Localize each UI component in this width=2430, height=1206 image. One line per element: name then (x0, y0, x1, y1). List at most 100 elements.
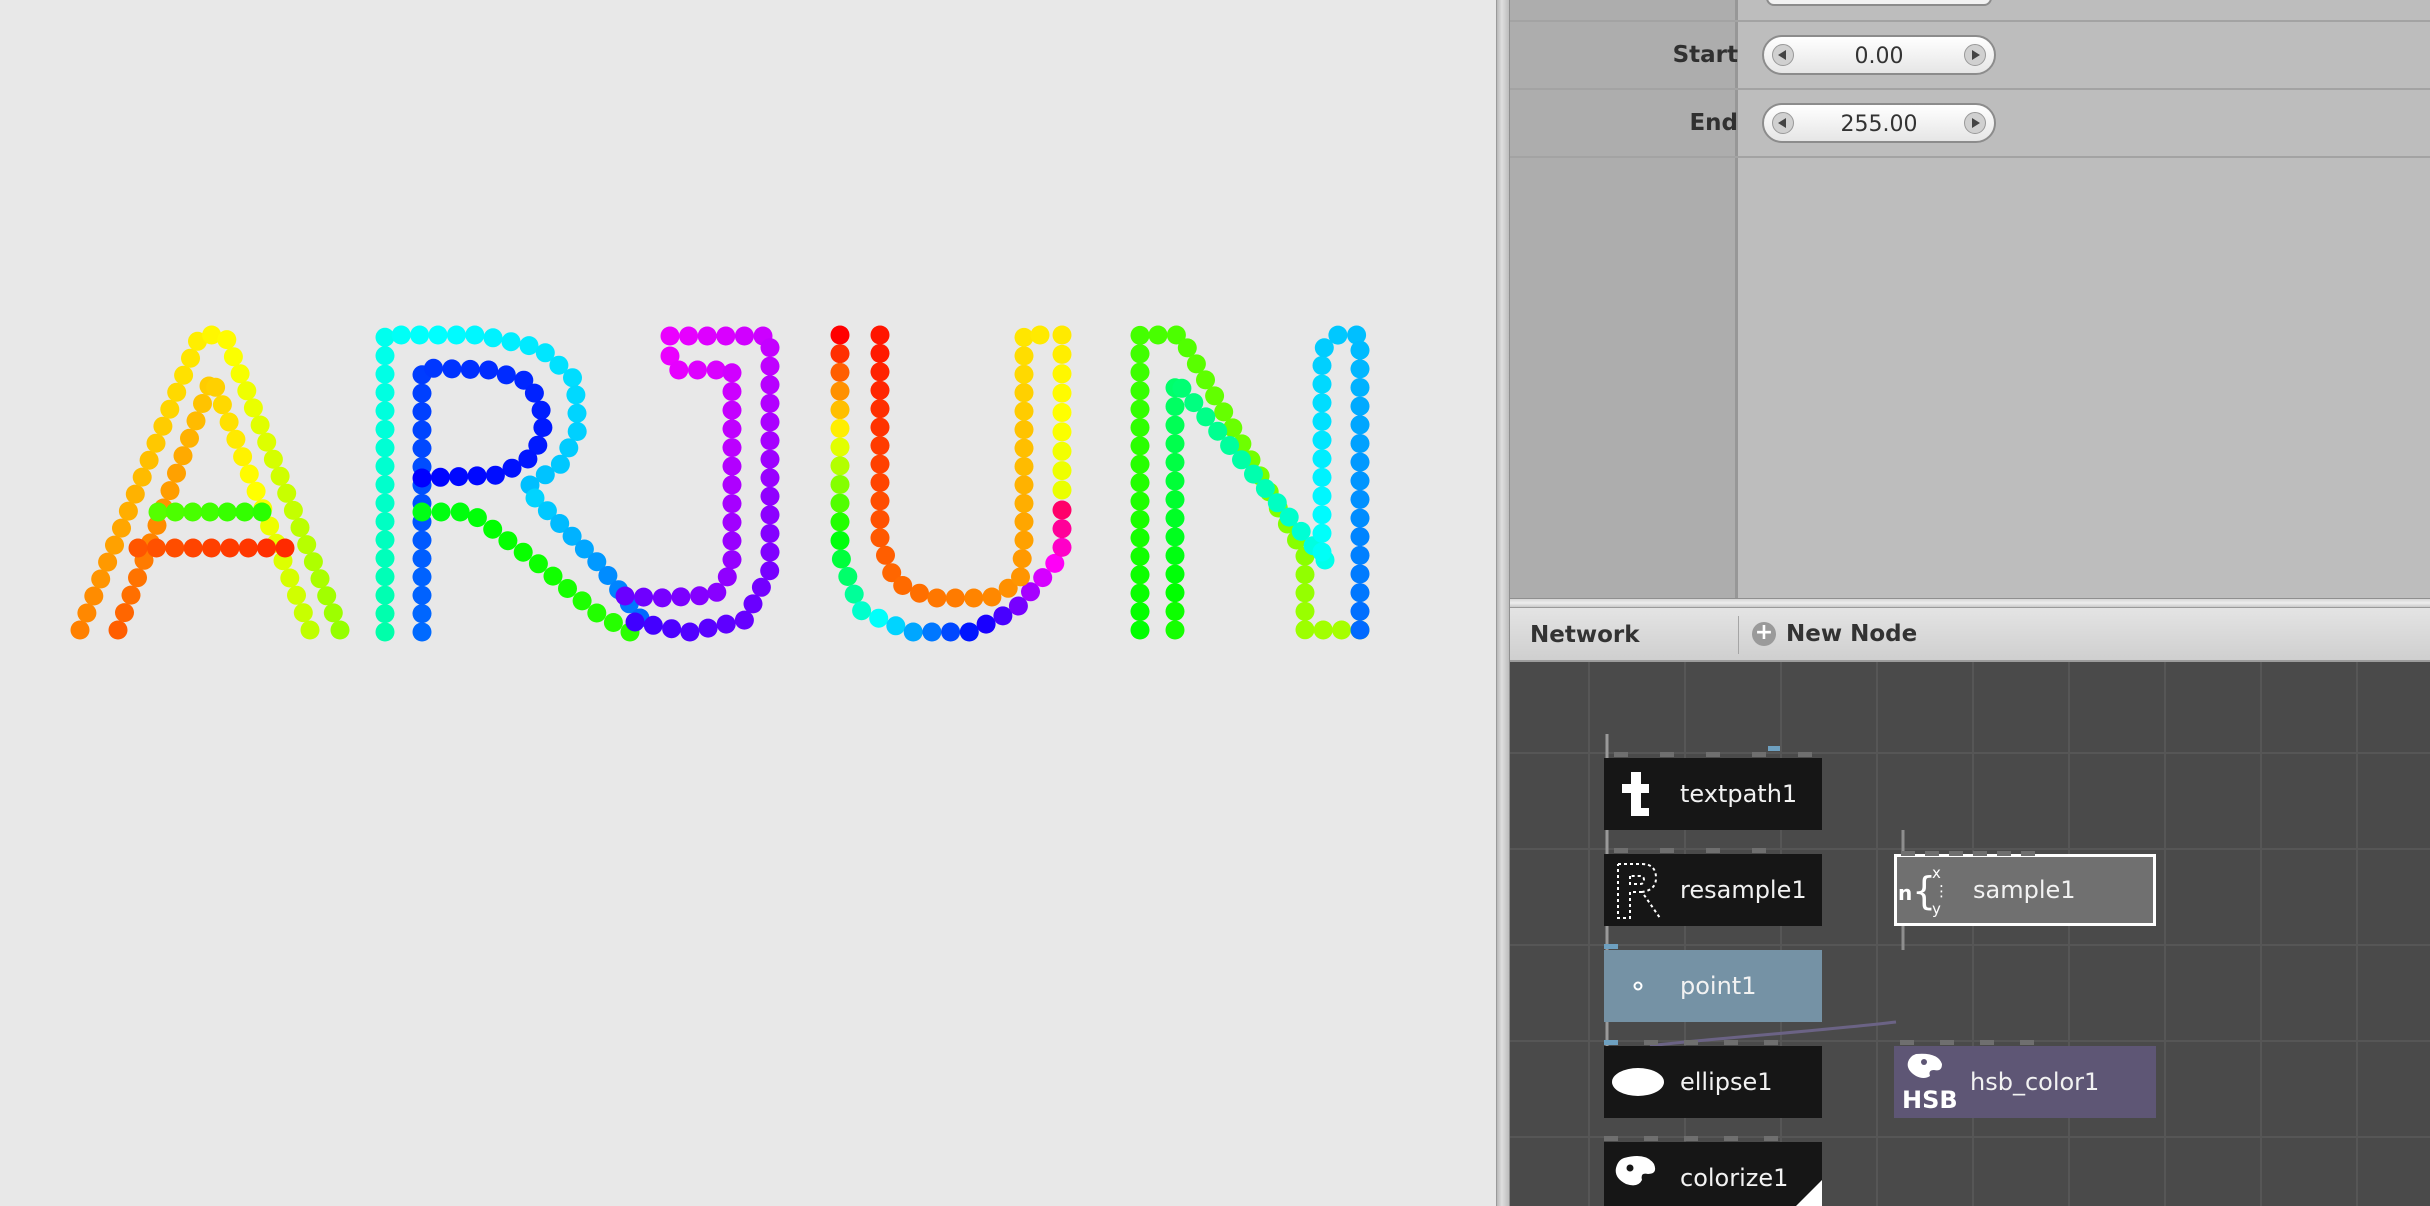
node-colorize1[interactable]: colorize1 (1604, 1136, 1822, 1206)
render-dot (660, 326, 680, 346)
input-port[interactable] (1604, 944, 1618, 949)
render-dot (587, 603, 607, 623)
input-port[interactable] (1604, 1136, 1618, 1141)
render-dot (1014, 457, 1034, 476)
start-stepper[interactable]: 0.00 (1762, 35, 1996, 75)
input-port[interactable] (1798, 752, 1812, 757)
new-node-label: New Node (1786, 621, 1918, 647)
render-dot (237, 381, 257, 401)
render-dot (108, 620, 128, 640)
render-dot (449, 467, 469, 487)
render-dot (643, 615, 663, 635)
input-port[interactable] (1644, 1040, 1658, 1045)
render-dot (734, 326, 754, 346)
render-dot (1014, 346, 1034, 366)
partial-stepper[interactable] (1766, 0, 1992, 6)
render-dot (257, 432, 277, 452)
render-dot (375, 548, 395, 568)
render-dot (722, 512, 742, 532)
render-dot (243, 398, 263, 418)
input-port[interactable] (1706, 848, 1720, 853)
render-dot (375, 622, 395, 642)
input-port[interactable] (2021, 851, 2035, 856)
render-dot (1130, 583, 1150, 603)
end-stepper[interactable]: 255.00 (1762, 103, 1996, 143)
render-dot (1214, 402, 1234, 422)
node-point1[interactable]: point1 (1604, 944, 1822, 1022)
input-port[interactable] (1684, 1040, 1698, 1045)
input-port[interactable] (1644, 1136, 1658, 1141)
render-dot (1052, 422, 1072, 442)
render-dot (280, 568, 300, 588)
input-port[interactable] (1752, 848, 1766, 853)
render-dot (603, 613, 623, 632)
render-dot (235, 502, 255, 522)
input-port[interactable] (1724, 1136, 1738, 1141)
svg-text:⋮: ⋮ (1934, 882, 1949, 900)
render-dot (297, 535, 317, 555)
horizontal-splitter[interactable] (1510, 598, 2430, 608)
render-dot (1312, 356, 1332, 375)
node-sample1[interactable]: n { x ⋮ y sample1 (1894, 851, 2156, 926)
input-port[interactable] (1724, 1040, 1738, 1045)
render-dot (1130, 436, 1150, 456)
node-hsb-color1[interactable]: HSB hsb_color1 (1894, 1040, 2156, 1118)
viewer-canvas[interactable] (0, 0, 1496, 1206)
input-port[interactable] (1997, 851, 2011, 856)
node-ellipse1[interactable]: ellipse1 (1604, 1040, 1822, 1118)
render-dot (160, 399, 180, 419)
render-dot (105, 535, 124, 555)
network-tab[interactable]: Network (1530, 622, 1640, 648)
input-port[interactable] (1684, 1136, 1698, 1141)
render-dot (870, 380, 890, 400)
render-dot (910, 583, 929, 603)
render-dot (830, 344, 850, 364)
input-port[interactable] (1752, 752, 1766, 757)
node-textpath1[interactable]: textpath1 (1604, 752, 1822, 830)
increment-arrow-icon[interactable] (1964, 112, 1986, 134)
input-port[interactable] (1614, 848, 1628, 853)
render-dot (518, 449, 538, 469)
input-port[interactable] (1764, 1040, 1778, 1045)
vertical-splitter[interactable] (1496, 0, 1510, 1206)
input-port[interactable] (1614, 752, 1628, 757)
input-port[interactable] (1980, 1040, 1994, 1045)
render-dot (160, 481, 180, 501)
render-dot (483, 328, 503, 348)
network-canvas[interactable]: textpath1 resample1 n { x ⋮ y sample1 po… (1510, 662, 2430, 1206)
input-port[interactable] (1660, 848, 1674, 853)
input-port[interactable] (2020, 1040, 2034, 1045)
input-port[interactable] (1764, 1136, 1778, 1141)
render-dot (223, 347, 243, 367)
input-port[interactable] (1973, 851, 1987, 856)
node-resample1[interactable]: resample1 (1604, 848, 1822, 926)
input-port[interactable] (1900, 1040, 1914, 1045)
render-dot (1130, 510, 1150, 529)
render-dot (283, 500, 303, 520)
end-value[interactable]: 255.00 (1794, 112, 1964, 137)
input-port[interactable] (1706, 752, 1720, 757)
render-dot (77, 603, 97, 623)
increment-arrow-icon[interactable] (1964, 44, 1986, 66)
input-port[interactable] (1940, 1040, 1954, 1045)
render-dot (1014, 475, 1034, 495)
render-dot (300, 620, 320, 640)
render-dot (1165, 434, 1185, 454)
input-port[interactable] (1604, 1040, 1618, 1045)
render-dot (375, 327, 395, 347)
parameter-row-start: Start 0.00 (1510, 22, 2430, 90)
textpath-icon (1622, 772, 1649, 816)
render-dot (167, 382, 187, 402)
render-flag-icon[interactable] (1788, 1180, 1822, 1206)
render-dot (722, 438, 742, 458)
render-dot (424, 358, 443, 378)
decrement-arrow-icon[interactable] (1772, 112, 1794, 134)
render-dot (669, 360, 689, 380)
render-dot (1052, 500, 1072, 520)
input-port[interactable] (1660, 752, 1674, 757)
start-value[interactable]: 0.00 (1794, 44, 1964, 69)
render-dot (870, 436, 890, 456)
render-dot (903, 622, 923, 642)
decrement-arrow-icon[interactable] (1772, 44, 1794, 66)
render-dot (722, 382, 742, 401)
